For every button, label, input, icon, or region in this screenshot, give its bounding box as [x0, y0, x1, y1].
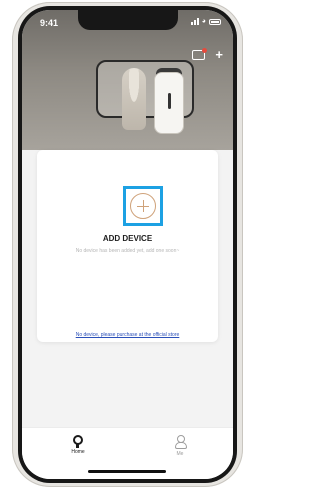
add-device-plus-icon[interactable]: +	[215, 48, 223, 61]
bottom-tab-bar: Home Me	[22, 427, 233, 479]
tab-me-label: Me	[176, 451, 184, 457]
battery-icon	[209, 18, 221, 25]
app-screen: 9:41 ◕ + ADD DEVICE No device has been a…	[22, 10, 233, 479]
add-device-title: ADD DEVICE	[102, 234, 153, 243]
signal-icon	[190, 18, 199, 25]
tab-home[interactable]: Home	[58, 435, 98, 455]
status-time: 9:41	[40, 18, 59, 28]
empty-state-subtitle: No device has been added yet, add one so…	[75, 248, 180, 254]
add-device-button[interactable]	[123, 186, 163, 226]
home-indicator	[88, 470, 166, 473]
purchase-store-link[interactable]: No device, please purchase at the offici…	[37, 332, 218, 338]
status-bar: 9:41 ◕	[22, 10, 233, 36]
person-icon	[175, 435, 187, 449]
tab-me[interactable]: Me	[160, 435, 200, 457]
cat-illustration	[122, 68, 146, 130]
plus-circle-icon	[130, 193, 156, 219]
phone-frame: 9:41 ◕ + ADD DEVICE No device has been a…	[18, 6, 237, 483]
empty-device-card: ADD DEVICE No device has been added yet,…	[37, 150, 218, 342]
pet-feeder-illustration	[154, 72, 184, 134]
tab-home-label: Home	[71, 449, 85, 455]
header-actions: +	[192, 48, 223, 61]
message-icon[interactable]	[192, 48, 208, 60]
notch	[78, 10, 178, 30]
status-icons: ◕	[190, 18, 221, 25]
home-icon	[73, 435, 83, 448]
wifi-icon: ◕	[201, 18, 206, 25]
